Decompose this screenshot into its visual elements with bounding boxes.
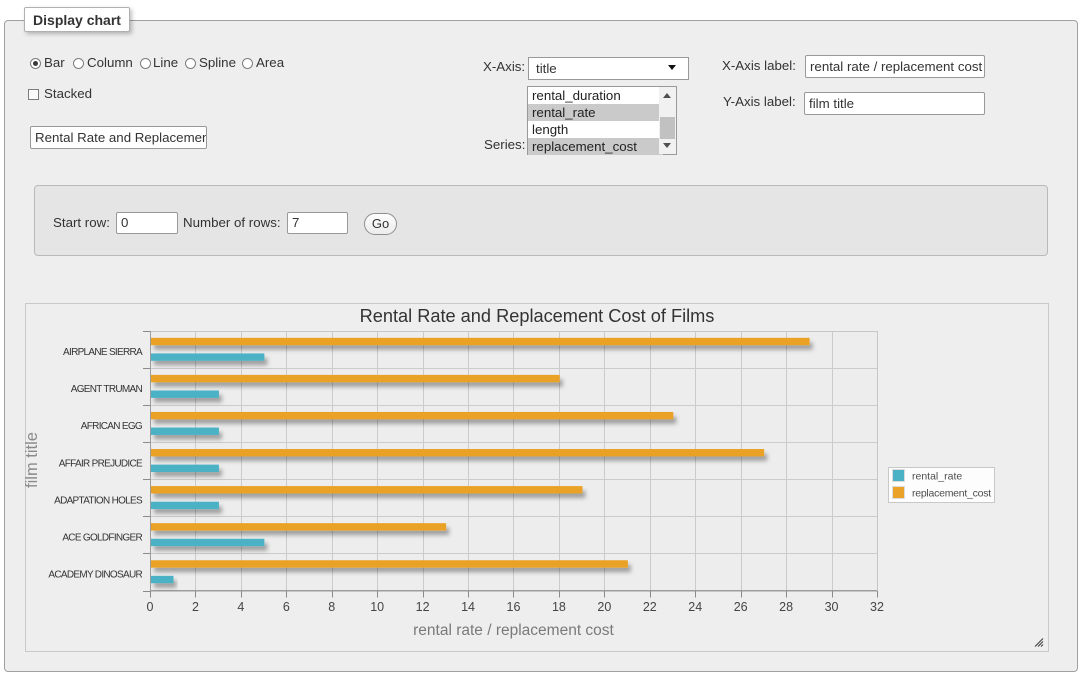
svg-text:18: 18 (552, 600, 566, 614)
svg-text:rental_rate: rental_rate (912, 471, 962, 483)
svg-text:16: 16 (507, 600, 521, 614)
svg-text:AGENT TRUMAN: AGENT TRUMAN (71, 384, 143, 395)
svg-text:20: 20 (597, 600, 611, 614)
svg-text:0: 0 (147, 600, 154, 614)
svg-text:replacement_cost: replacement_cost (912, 488, 991, 500)
svg-text:30: 30 (825, 600, 839, 614)
svg-text:AFFAIR PREJUDICE: AFFAIR PREJUDICE (59, 458, 143, 469)
svg-text:rental rate / replacement cost: rental rate / replacement cost (413, 622, 614, 639)
svg-text:24: 24 (688, 600, 702, 614)
svg-text:32: 32 (870, 600, 884, 614)
svg-text:28: 28 (779, 600, 793, 614)
svg-text:ACE GOLDFINGER: ACE GOLDFINGER (62, 532, 142, 543)
svg-text:ACADEMY DINOSAUR: ACADEMY DINOSAUR (48, 569, 142, 580)
svg-text:6: 6 (283, 600, 290, 614)
svg-text:AFRICAN EGG: AFRICAN EGG (81, 421, 143, 432)
svg-text:film title: film title (25, 432, 41, 488)
svg-text:4: 4 (237, 600, 244, 614)
svg-text:2: 2 (192, 600, 199, 614)
svg-text:26: 26 (734, 600, 748, 614)
svg-text:14: 14 (461, 600, 475, 614)
svg-text:ADAPTATION HOLES: ADAPTATION HOLES (54, 495, 143, 506)
svg-text:AIRPLANE SIERRA: AIRPLANE SIERRA (63, 347, 143, 358)
svg-text:12: 12 (416, 600, 430, 614)
svg-text:Rental Rate and Replacement Co: Rental Rate and Replacement Cost of Film… (360, 306, 715, 326)
svg-text:10: 10 (370, 600, 384, 614)
svg-text:8: 8 (328, 600, 335, 614)
svg-text:22: 22 (643, 600, 657, 614)
